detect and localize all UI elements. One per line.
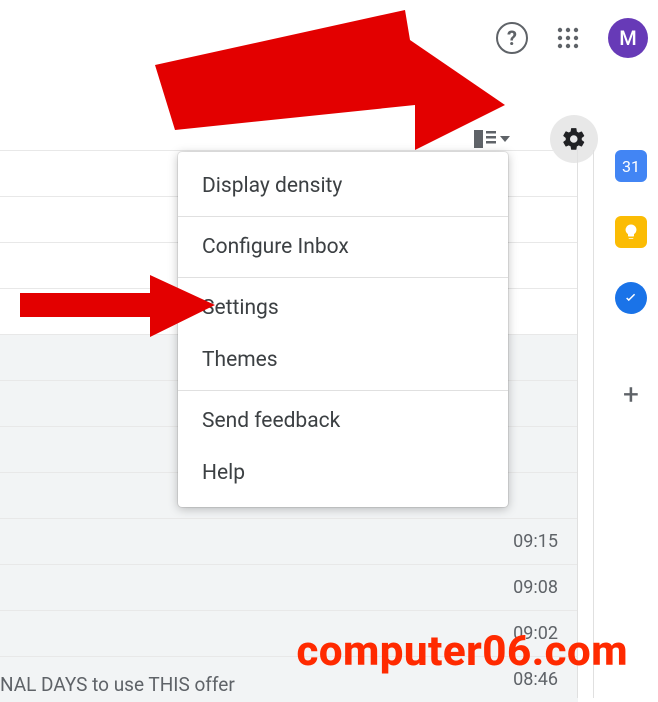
keep-icon[interactable] [615,216,647,248]
apps-grid-icon [556,26,580,50]
timestamp: 09:08 [513,577,558,598]
bulb-icon [622,223,640,241]
calendar-icon[interactable]: 31 [615,150,647,182]
divider [178,277,508,278]
menu-item-themes[interactable]: Themes [178,334,508,386]
table-row[interactable]: 09:08 [0,564,578,610]
settings-gear-button[interactable] [550,115,598,163]
divider [593,150,594,698]
account-avatar[interactable]: M [608,18,648,58]
divider [577,150,578,698]
check-icon [622,289,640,307]
menu-item-display-density[interactable]: Display density [178,160,508,212]
tasks-icon[interactable] [615,282,647,314]
annotation-arrow [20,275,220,349]
timestamp: 09:15 [513,531,558,552]
watermark-text: computer06.com [296,627,628,676]
add-addon-button[interactable]: + [623,378,639,411]
menu-item-settings[interactable]: Settings [178,282,508,334]
menu-item-configure-inbox[interactable]: Configure Inbox [178,221,508,273]
menu-item-send-feedback[interactable]: Send feedback [178,395,508,447]
apps-icon[interactable] [548,18,588,58]
settings-menu: Display density Configure Inbox Settings… [178,152,508,507]
divider [178,390,508,391]
gear-icon [561,126,587,152]
divider [178,216,508,217]
annotation-arrow [155,10,515,164]
message-snippet: NAL DAYS to use THIS offer [0,673,235,696]
side-panel: 31 + [606,150,656,411]
menu-item-help[interactable]: Help [178,447,508,499]
table-row[interactable]: 09:15 [0,518,578,564]
